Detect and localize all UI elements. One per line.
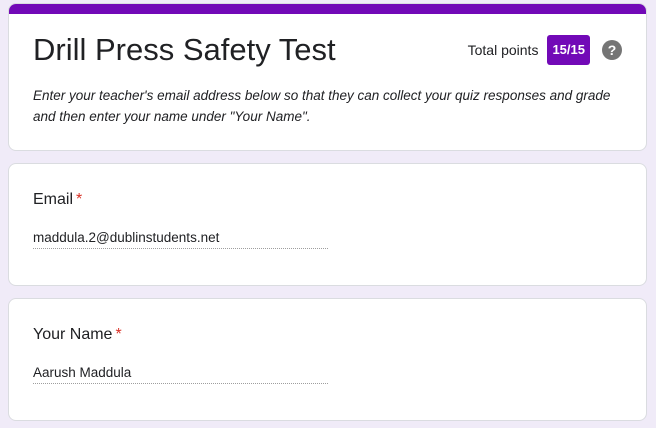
form-title: Drill Press Safety Test [33,32,336,67]
total-points-label: Total points [467,42,539,58]
question-title: Email * [33,190,82,210]
question-title: Your Name * [33,325,122,345]
question-card-your-name: Your Name * Aarush Maddula [8,298,647,421]
total-points-badge: 15/15 [547,35,590,65]
question-title-text: Your Name [33,326,113,343]
form-description: Enter your teacher's email address below… [33,88,611,124]
theme-color-bar [9,4,646,14]
question-title-text: Email [33,191,74,208]
total-points-area: Total points 15/15 ? [468,34,622,66]
question-card-email: Email * maddula.2@dublinstudents.net [8,163,647,286]
required-asterisk: * [115,326,122,343]
name-answer-field[interactable]: Aarush Maddula [33,363,328,384]
required-asterisk: * [76,191,83,208]
form-header-card: Drill Press Safety Test Total points 15/… [8,3,647,151]
help-circle-icon[interactable]: ? [602,40,622,60]
email-answer-field[interactable]: maddula.2@dublinstudents.net [33,228,328,249]
